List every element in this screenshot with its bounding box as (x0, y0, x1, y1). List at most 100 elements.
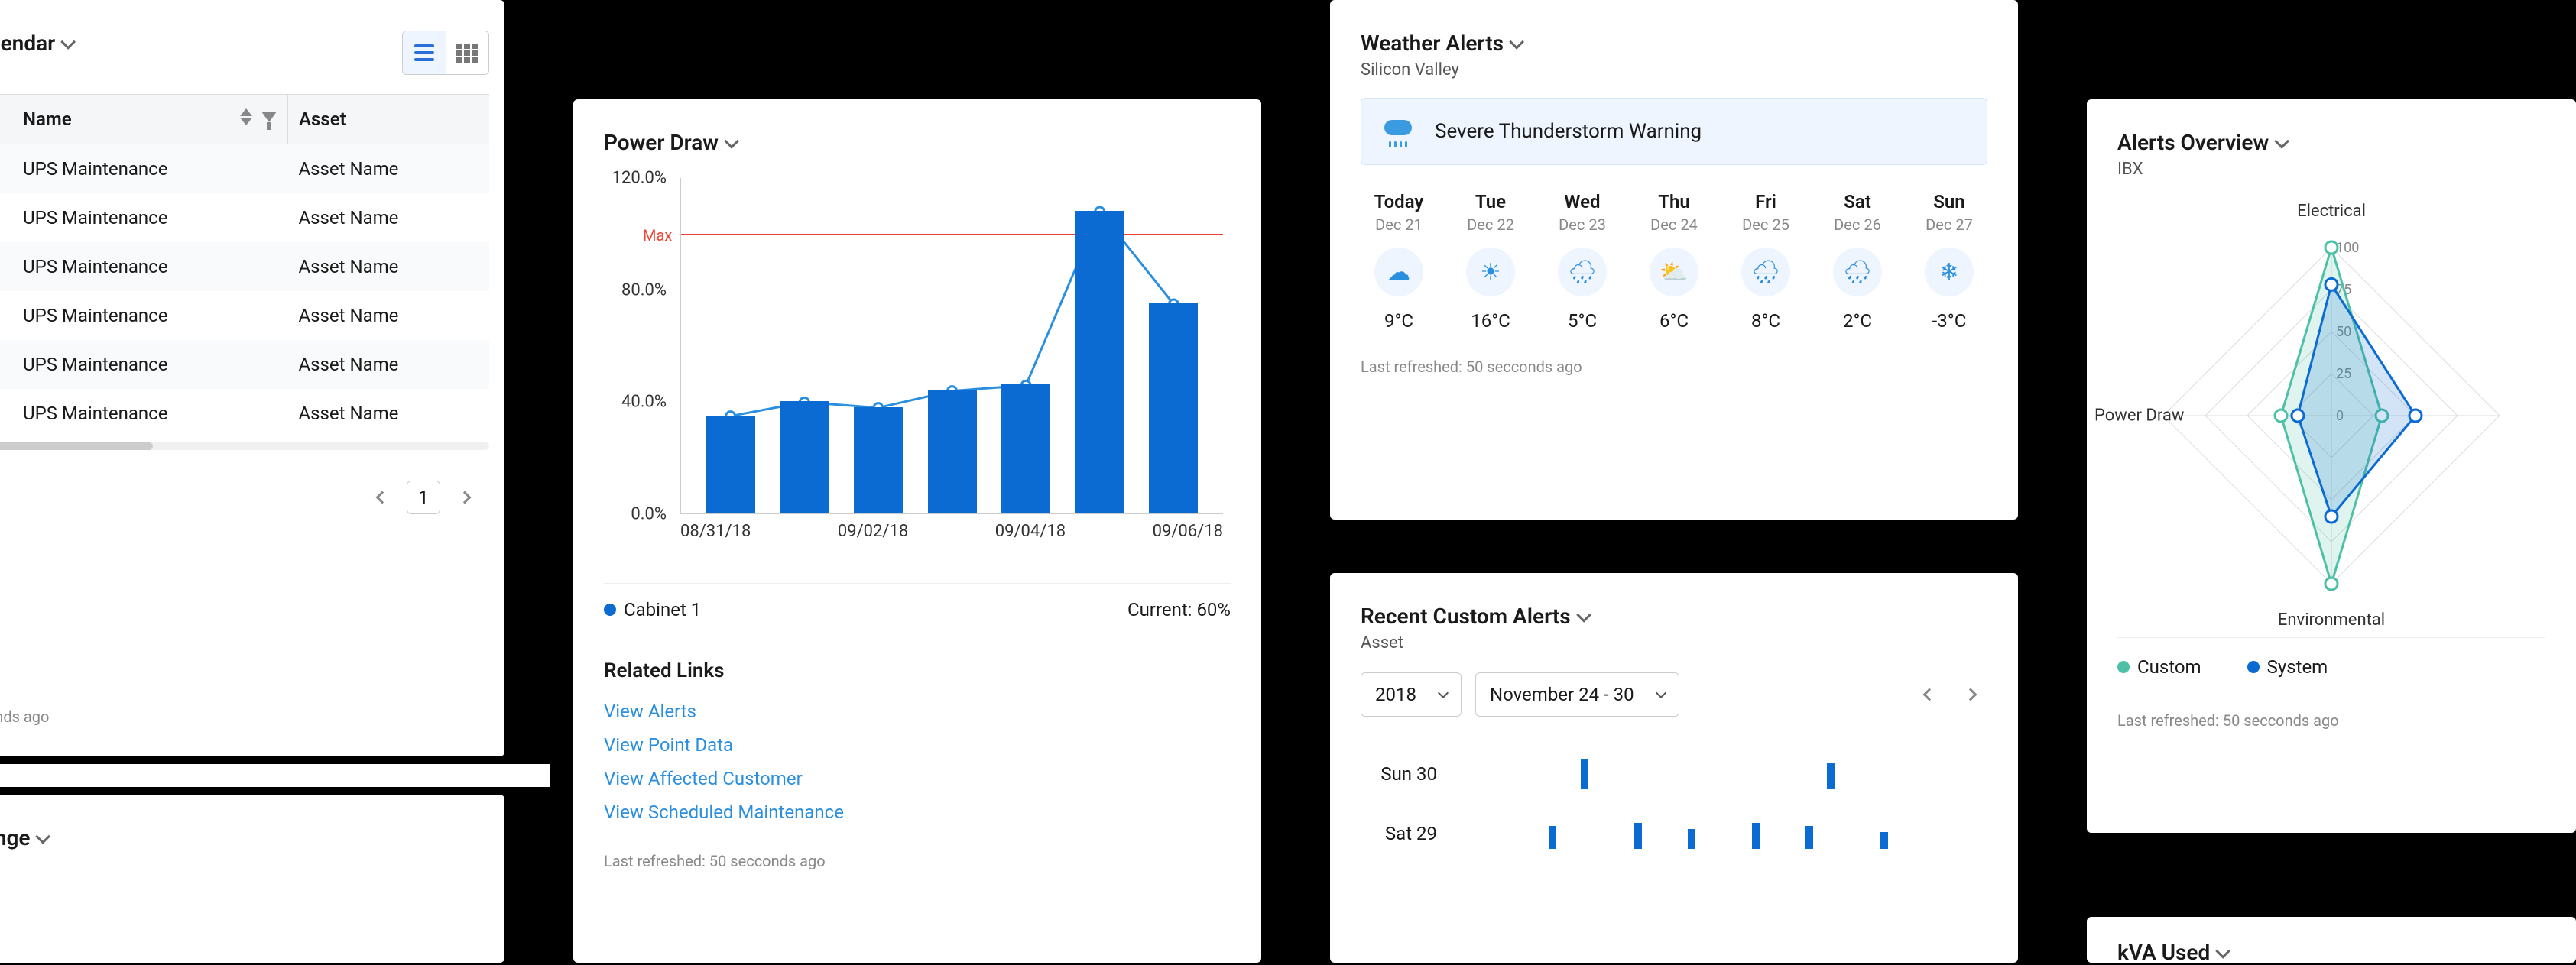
page-next-button[interactable] (448, 481, 482, 514)
table-row[interactable]: UPS MaintenanceAsset Name (0, 144, 489, 194)
day-date: Dec 26 (1819, 215, 1896, 234)
calendar-footer: secconds ago (0, 708, 49, 726)
rain-icon: 🌧 (1741, 248, 1790, 296)
chevron-down-icon (2274, 133, 2289, 148)
kva-title[interactable]: kVA Used (2117, 940, 2227, 965)
page-prev-button[interactable] (365, 481, 399, 514)
filter-col[interactable] (0, 95, 12, 144)
day-date: Dec 24 (1636, 215, 1712, 234)
day-name: Sun (1911, 191, 1987, 212)
table-row[interactable]: UPS MaintenanceAsset Name (0, 193, 489, 242)
asset-header-text: Asset (299, 108, 346, 130)
asset-header[interactable]: Asset (288, 95, 490, 144)
year-value: 2018 (1375, 684, 1416, 705)
table-row[interactable]: UPS MaintenanceAsset Name (0, 340, 489, 389)
custom-alerts-title[interactable]: Recent Custom Alerts (1361, 604, 1588, 629)
cell-name: UPS Maintenance (12, 144, 288, 194)
forecast-day[interactable]: Fri Dec 25 🌧 8°C (1728, 191, 1804, 332)
bar (854, 407, 903, 513)
legend-dot-icon (2117, 661, 2130, 673)
list-view-button[interactable] (403, 31, 446, 74)
day-name: Fri (1728, 191, 1804, 212)
calendar-title[interactable]: Calendar (0, 31, 72, 56)
kva-title-text: kVA Used (2117, 940, 2210, 965)
day-date: Dec 27 (1911, 215, 1987, 234)
cell-name: UPS Maintenance (12, 340, 288, 389)
h-scrollbar[interactable] (0, 442, 489, 450)
x-axis: 08/31/18 09/02/18 09/04/18 09/06/18 (680, 522, 1223, 541)
snow-icon: ❄ (1925, 248, 1974, 296)
date-selectors: 2018 November 24 - 30 (1361, 672, 1987, 717)
legend-custom: Custom (2137, 656, 2201, 678)
cell-name: UPS Maintenance (12, 291, 288, 340)
weather-footer: Last refreshed: 50 secconds ago (1361, 358, 1987, 376)
link-view-scheduled-maintenance[interactable]: View Scheduled Maintenance (604, 795, 1231, 829)
name-header[interactable]: Name (12, 95, 288, 144)
day-temp: 8°C (1728, 310, 1804, 332)
row-label: Sat 29 (1361, 823, 1452, 844)
table-row[interactable]: UPS MaintenanceAsset Name (0, 242, 489, 291)
forecast-day[interactable]: Today Dec 21 ☁ 9°C (1361, 191, 1437, 332)
power-footer: Last refreshed: 50 secconds ago (604, 852, 1231, 870)
cell-name: UPS Maintenance (12, 242, 288, 291)
pagination: 1 (0, 481, 489, 514)
year-select[interactable]: 2018 (1361, 672, 1462, 717)
y-tick: 80.0% (621, 280, 667, 300)
axis-label-top: Electrical (2297, 202, 2366, 221)
day-name: Thu (1636, 191, 1712, 212)
power-legend: Cabinet 1 Current: 60% (604, 583, 1231, 636)
table-row[interactable]: UPS MaintenanceAsset Name (0, 389, 489, 438)
week-select[interactable]: November 24 - 30 (1475, 672, 1679, 717)
cell-name: UPS Maintenance (12, 389, 288, 438)
overview-subtitle: IBX (2117, 160, 2545, 179)
bar (706, 416, 755, 513)
power-title[interactable]: Power Draw (604, 130, 735, 155)
filter-icon[interactable] (261, 112, 277, 122)
alert-bar (1688, 829, 1695, 849)
weather-alert-text: Severe Thunderstorm Warning (1435, 120, 1702, 143)
range-prev-button[interactable] (1913, 678, 1946, 711)
calendar-title-text: Calendar (0, 31, 55, 56)
legend-dot-icon (2247, 661, 2260, 673)
range-next-button[interactable] (1954, 678, 1987, 711)
weather-title[interactable]: Weather Alerts (1361, 31, 1520, 56)
forecast-day[interactable]: Tue Dec 22 ☀ 16°C (1452, 191, 1529, 332)
svg-text:100: 100 (2336, 240, 2359, 256)
legend-system: System (2267, 656, 2328, 678)
power-draw-card: Power Draw 120.0% 80.0% 40.0% 0.0% Max 0… (573, 99, 1261, 963)
scroll-thumb[interactable] (0, 442, 153, 450)
forecast-day[interactable]: Thu Dec 24 ⛅ 6°C (1636, 191, 1712, 332)
custom-alerts-title-text: Recent Custom Alerts (1361, 604, 1571, 629)
overview-legend: Custom System (2117, 637, 2545, 696)
cell-asset: Asset Name (288, 389, 490, 438)
forecast-day[interactable]: Sun Dec 27 ❄ -3°C (1911, 191, 1987, 332)
rain-icon (1384, 120, 1415, 143)
day-name: Today (1361, 191, 1437, 212)
weather-alert-banner[interactable]: Severe Thunderstorm Warning (1361, 98, 1987, 165)
link-view-affected-customer[interactable]: View Affected Customer (604, 762, 1231, 795)
bar (928, 390, 977, 513)
forecast-row: Today Dec 21 ☁ 9°C Tue Dec 22 ☀ 16°C Wed… (1361, 191, 1987, 332)
sort-icon[interactable] (240, 108, 252, 125)
day-temp: 5°C (1544, 310, 1621, 332)
link-view-point-data[interactable]: View Point Data (604, 728, 1231, 762)
alert-bar (1634, 823, 1642, 849)
page-number[interactable]: 1 (407, 481, 440, 514)
chevron-down-icon (1509, 34, 1524, 49)
table-row[interactable]: UPS MaintenanceAsset Name (0, 291, 489, 340)
forecast-day[interactable]: Sat Dec 26 🌧 2°C (1819, 191, 1896, 332)
calendar-view-button[interactable] (446, 31, 488, 74)
bar (1149, 303, 1198, 513)
row-track (1452, 759, 1987, 789)
y-tick: 40.0% (621, 393, 667, 412)
range-title[interactable]: Range (0, 825, 47, 850)
legend-dot-icon (604, 604, 616, 616)
cell-asset: Asset Name (288, 144, 490, 194)
link-view-alerts[interactable]: View Alerts (604, 695, 1231, 728)
weather-location: Silicon Valley (1361, 60, 1987, 79)
alert-bar (1752, 823, 1760, 849)
calendar-card: Calendar Name Asset UP (0, 0, 504, 756)
day-temp: 16°C (1452, 310, 1529, 332)
forecast-day[interactable]: Wed Dec 23 🌧 5°C (1544, 191, 1621, 332)
overview-title[interactable]: Alerts Overview (2117, 130, 2286, 155)
